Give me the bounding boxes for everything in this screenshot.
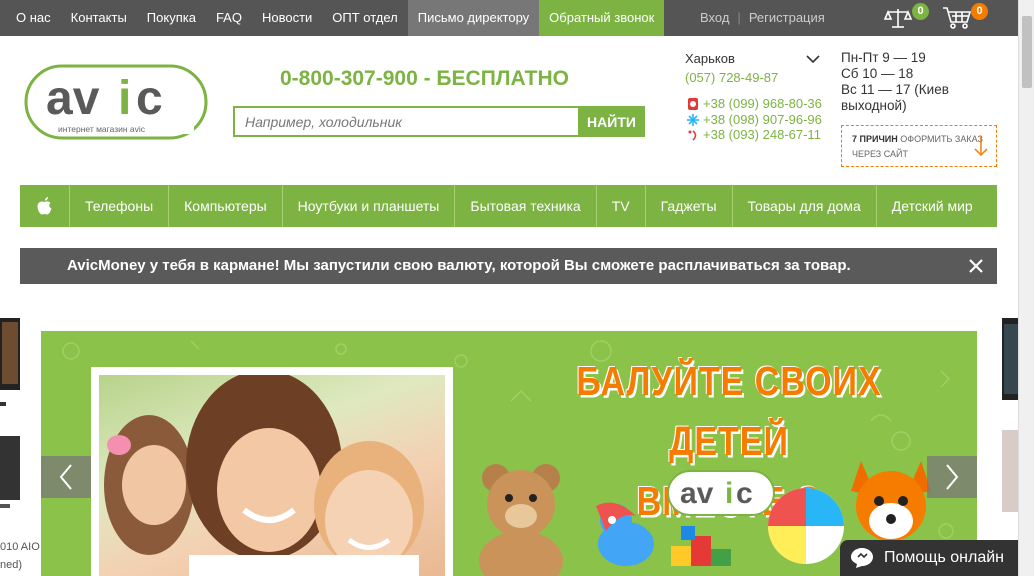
nav-kids[interactable]: Детский мир: [877, 185, 988, 227]
top-bar: О нас Контакты Покупка FAQ Новости ОПТ о…: [0, 0, 1018, 36]
phone-number: +38 (098) 907-96-96: [703, 112, 822, 127]
search-form: НАЙТИ: [233, 106, 645, 137]
apple-icon: [37, 196, 51, 214]
logo-subtitle: интернет магазин avic: [58, 124, 146, 134]
seven-reasons-box[interactable]: 7 причин оформить заказ через сайт: [841, 125, 997, 167]
family-illustration: [104, 375, 424, 576]
online-help-button[interactable]: Помощь онлайн: [840, 540, 1018, 576]
director-letter-link[interactable]: Письмо директору: [407, 0, 540, 36]
auth-links: Вход | Регистрация: [700, 0, 825, 36]
top-link-news[interactable]: Новости: [252, 0, 322, 36]
lifecell-icon: [688, 129, 697, 141]
apple-category[interactable]: [20, 185, 70, 227]
nav-tv[interactable]: TV: [597, 185, 646, 227]
hours-weekdays: Пн-Пт 9 — 19: [841, 50, 926, 65]
promo-banner[interactable]: AvicMoney у тебя в кармане! Мы запустили…: [20, 248, 997, 284]
auth-separator: |: [737, 10, 741, 25]
blocks-toy-image: [671, 526, 731, 566]
slider-next-button[interactable]: [927, 456, 977, 498]
close-icon[interactable]: [967, 257, 985, 275]
city-phone[interactable]: (057) 728-49-87: [685, 70, 778, 85]
prev-slide-caption-2: ned): [0, 559, 23, 571]
svg-text:av: av: [46, 72, 100, 125]
chat-bubble-icon: [851, 548, 873, 568]
svg-text:i: i: [725, 477, 733, 510]
slider-prev-button[interactable]: [41, 456, 91, 498]
online-help-label: Помощь онлайн: [884, 549, 1004, 566]
top-nav: О нас Контакты Покупка FAQ Новости ОПТ о…: [6, 0, 665, 36]
chevron-down-icon[interactable]: [806, 54, 820, 64]
search-input[interactable]: [233, 106, 578, 137]
kyivstar-icon: [687, 113, 699, 126]
callback-button[interactable]: Обратный звонок: [539, 0, 665, 36]
next-slide-thumbnail[interactable]: [1000, 318, 1018, 548]
nav-home-goods[interactable]: Товары для дома: [733, 185, 877, 227]
slider-avic-logo: av i c: [667, 470, 775, 516]
hours-saturday: Сб 10 — 18: [841, 66, 914, 81]
free-phone[interactable]: 0-800-307-900 - БЕСПЛАТНО: [280, 67, 569, 91]
nav-computers[interactable]: Компьютеры: [169, 185, 283, 227]
family-photo: [91, 367, 453, 576]
chevron-right-icon: [946, 464, 959, 490]
svg-text:i: i: [118, 72, 131, 125]
promo-text: AvicMoney у тебя в кармане! Мы запустили…: [67, 257, 851, 274]
phone-number: +38 (099) 968-80-36: [703, 96, 822, 111]
register-link[interactable]: Регистрация: [749, 0, 825, 36]
phone-number: +38 (093) 248-67-11: [703, 127, 821, 142]
top-link-contacts[interactable]: Контакты: [61, 0, 137, 36]
hero-slider[interactable]: БАЛУЙТЕ СВОИХ ДЕТЕЙ ВМЕСТЕ С av i c: [41, 331, 977, 576]
compare-scales-icon[interactable]: [884, 6, 912, 30]
chevron-left-icon: [59, 464, 72, 490]
page-scrollbar[interactable]: [1018, 0, 1034, 576]
prev-slide-thumbnail[interactable]: [0, 318, 20, 548]
top-link-faq[interactable]: FAQ: [206, 0, 252, 36]
phone-vodafone[interactable]: +38 (099) 968-80-36: [687, 96, 822, 111]
city-select[interactable]: Харьков: [685, 51, 735, 66]
main-nav: Телефоны Компьютеры Ноутбуки и планшеты …: [20, 185, 997, 227]
nav-gadgets[interactable]: Гаджеты: [646, 185, 733, 227]
nav-appliances[interactable]: Бытовая техника: [455, 185, 597, 227]
nav-laptops-tablets[interactable]: Ноутбуки и планшеты: [283, 185, 456, 227]
login-link[interactable]: Вход: [700, 0, 729, 36]
scrollbar-thumb[interactable]: [1022, 16, 1032, 88]
cart-icon[interactable]: [942, 6, 972, 30]
pony-toy-image: [596, 502, 654, 566]
teddy-bear-image: [479, 464, 563, 576]
top-link-wholesale[interactable]: ОПТ отдел: [322, 0, 407, 36]
top-link-about[interactable]: О нас: [6, 0, 61, 36]
top-link-purchase[interactable]: Покупка: [137, 0, 206, 36]
cart-count-badge: 0: [971, 3, 988, 20]
nav-phones[interactable]: Телефоны: [70, 185, 170, 227]
svg-text:c: c: [736, 477, 753, 510]
phone-kyivstar[interactable]: +38 (098) 907-96-96: [687, 112, 822, 127]
hours-sunday: Вс 11 — 17 (Киев выходной): [841, 82, 949, 113]
compare-count-badge: 0: [912, 3, 929, 20]
svg-text:c: c: [136, 72, 163, 125]
svg-text:av: av: [680, 477, 714, 510]
phone-lifecell[interactable]: +38 (093) 248-67-11: [687, 127, 821, 142]
working-hours: Пн-Пт 9 — 19 Сб 10 — 18 Вс 11 — 17 (Киев…: [841, 50, 991, 114]
vodafone-icon: [688, 97, 698, 110]
prev-slide-caption: 010 AIO: [0, 541, 40, 553]
ball-toy-image: [768, 488, 844, 564]
avic-logo[interactable]: av i c интернет магазин avic: [24, 64, 208, 140]
search-button[interactable]: НАЙТИ: [578, 106, 645, 137]
reasons-bold: 7 причин: [852, 134, 898, 144]
arrow-down-icon: [974, 136, 988, 157]
